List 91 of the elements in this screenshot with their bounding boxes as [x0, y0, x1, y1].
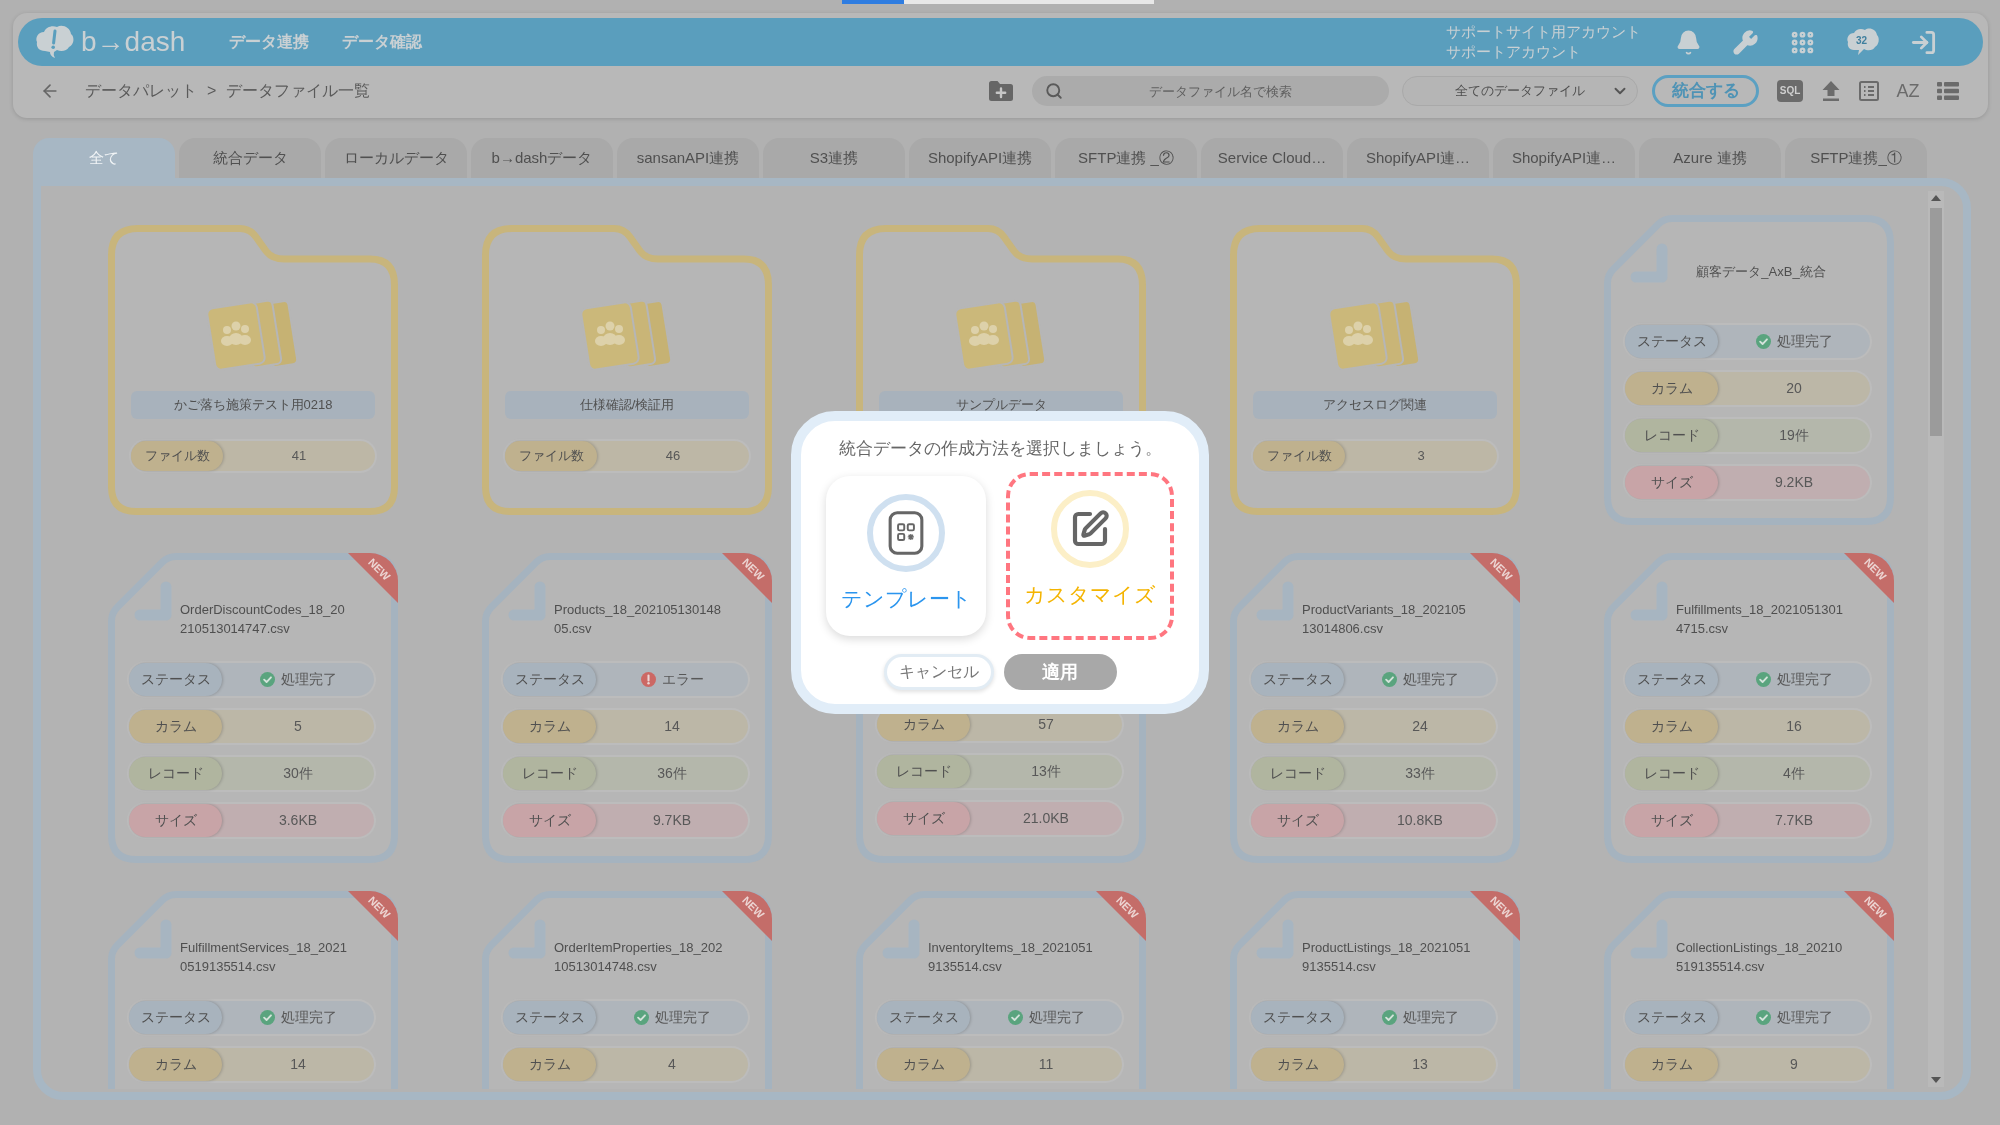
info-label: サイズ [1625, 466, 1718, 499]
info-label: カラム [1625, 1048, 1718, 1081]
info-value: エラー [661, 670, 704, 689]
info-label: レコード [877, 755, 970, 788]
file-name: ProductVariants_18_20210513014806.csv [1302, 601, 1467, 638]
info-label: ステータス [129, 663, 222, 696]
info-value: 処理完了 [1402, 1008, 1459, 1027]
file-name: CollectionListings_18_20210519135514.csv [1676, 939, 1844, 976]
count-value: 46 [664, 447, 682, 466]
notification-count: 32 [1856, 35, 1868, 46]
info-label: レコード [503, 757, 596, 790]
info-label: カラム [129, 710, 222, 743]
info-value: 10.8KB [1397, 811, 1443, 830]
folder-name: かご落ち施策テスト用0218 [131, 391, 375, 419]
info-label: ステータス [503, 663, 596, 696]
info-value: 14 [664, 717, 680, 736]
info-value: 36件 [657, 764, 687, 783]
info-label: サイズ [877, 802, 970, 835]
info-label: サイズ [1251, 804, 1344, 837]
info-label: サイズ [129, 804, 222, 837]
folder-name: アクセスログ関連 [1253, 391, 1497, 419]
info-value: 処理完了 [1028, 1008, 1085, 1027]
info-value: 4 [668, 1055, 676, 1074]
info-label: サイズ [1625, 804, 1718, 837]
info-value: 11 [1038, 1055, 1054, 1074]
info-value: 処理完了 [280, 1008, 337, 1027]
info-label: ステータス [877, 1001, 970, 1034]
info-label: ステータス [1251, 1001, 1344, 1034]
folder-name: 仕様確認/検証用 [505, 391, 749, 419]
info-value: 13 [1412, 1055, 1428, 1074]
account-name: サポートサイト用アカウント [1446, 22, 1641, 42]
info-label: ステータス [1251, 663, 1344, 696]
info-label: レコード [1625, 419, 1718, 452]
file-name: Fulfillments_18_20210513014715.csv [1676, 601, 1844, 638]
info-value: 21.0KB [1023, 809, 1069, 828]
count-label: ファイル数 [131, 441, 223, 471]
account-name: サポートアカウント [1446, 42, 1582, 62]
info-label: ステータス [1625, 1001, 1718, 1034]
info-label: カラム [1625, 710, 1718, 743]
info-value: 9 [1790, 1055, 1798, 1074]
info-label: カラム [1251, 710, 1344, 743]
info-value: 24 [1412, 717, 1428, 736]
info-value: 処理完了 [654, 1008, 711, 1027]
file-name: FulfillmentServices_18_20210519135514.csv [180, 939, 348, 976]
info-value: 13件 [1031, 762, 1061, 781]
info-label: カラム [1251, 1048, 1344, 1081]
file-name: OrderItemProperties_18_20210513014748.csv [554, 939, 724, 976]
info-label: カラム [877, 1048, 970, 1081]
info-value: 処理完了 [1776, 670, 1833, 689]
info-label: レコード [1625, 757, 1718, 790]
info-label: レコード [1251, 757, 1344, 790]
info-value: 5 [294, 717, 302, 736]
file-name: ProductListings_18_20210519135514.csv [1302, 939, 1472, 976]
dialog-title: 統合データの作成方法を選択しましょう。 [838, 438, 1162, 460]
info-label: ステータス [129, 1001, 222, 1034]
count-value: 41 [290, 447, 308, 466]
info-value: 処理完了 [280, 670, 337, 689]
info-label: カラム [503, 1048, 596, 1081]
info-label: カラム [1625, 372, 1718, 405]
info-value: 7.7KB [1774, 811, 1814, 830]
info-label: ステータス [503, 1001, 596, 1034]
info-value: 9.7KB [652, 811, 692, 830]
logo: b→dash [81, 28, 186, 56]
info-label: ステータス [1625, 663, 1718, 696]
info-value: 30件 [283, 764, 313, 783]
info-value: 57 [1038, 715, 1054, 734]
count-label: ファイル数 [1253, 441, 1345, 471]
info-value: 16 [1786, 717, 1802, 736]
info-label: カラム [503, 710, 596, 743]
info-value: 20 [1786, 379, 1802, 398]
info-label: レコード [129, 757, 222, 790]
info-value: 処理完了 [1402, 670, 1459, 689]
breadcrumb-separator: > [207, 81, 217, 101]
info-value: 14 [290, 1055, 306, 1074]
info-value: 3.6KB [278, 811, 318, 830]
info-value: 4件 [1783, 764, 1805, 783]
breadcrumb-current: データファイル一覧 [226, 81, 371, 101]
info-label: サイズ [503, 804, 596, 837]
file-name: 顧客データ_AxB_統合 [1696, 263, 1826, 281]
count-value: 3 [1416, 447, 1426, 466]
file-name: Products_18_20210513014805.csv [554, 601, 722, 638]
info-value: 処理完了 [1776, 1008, 1833, 1027]
file-name: InventoryItems_18_20210519135514.csv [928, 939, 1094, 976]
info-value: 19件 [1779, 426, 1809, 445]
info-value: 33件 [1405, 764, 1435, 783]
info-label: カラム [129, 1048, 222, 1081]
info-value: 9.2KB [1774, 473, 1814, 492]
info-value: 処理完了 [1776, 332, 1833, 351]
count-label: ファイル数 [505, 441, 597, 471]
file-name: OrderDiscountCodes_18_20210513014747.csv [180, 601, 346, 638]
info-label: ステータス [1625, 325, 1718, 358]
